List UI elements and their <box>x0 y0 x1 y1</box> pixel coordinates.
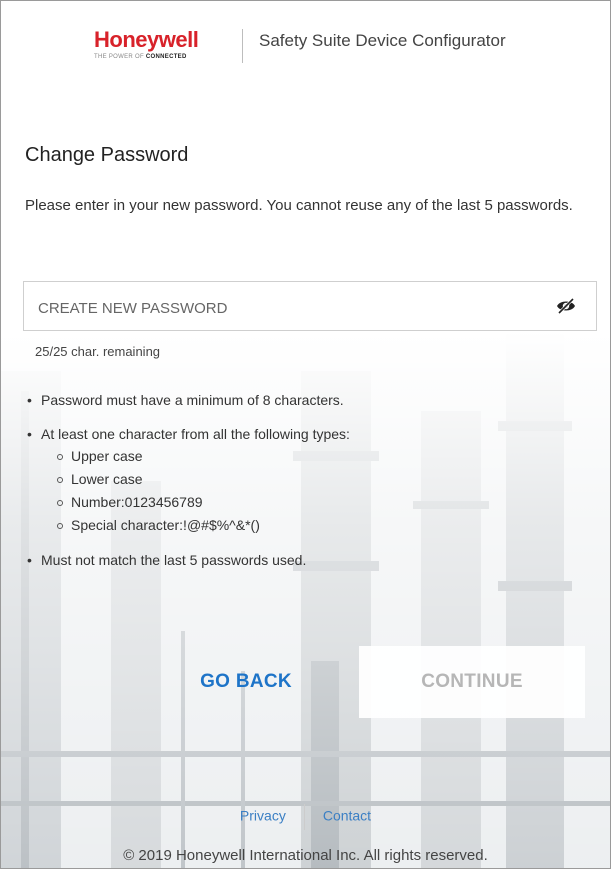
list-item: Upper case <box>41 445 587 468</box>
new-password-input[interactable] <box>36 294 540 322</box>
footer-divider <box>303 804 305 830</box>
go-back-button[interactable]: GO BACK <box>133 646 359 718</box>
app-header: Honeywell THE POWER OF CONNECTED Safety … <box>1 19 610 79</box>
password-rules: Password must have a minimum of 8 charac… <box>27 389 587 583</box>
password-field-container <box>23 281 597 331</box>
rule-types-intro: At least one character from all the foll… <box>41 426 350 442</box>
contact-link[interactable]: Contact <box>323 808 371 824</box>
header-divider <box>242 29 243 63</box>
list-item: Number:0123456789 <box>41 491 587 514</box>
continue-button[interactable]: CONTINUE <box>359 646 585 718</box>
logo-tagline: THE POWER OF CONNECTED <box>94 54 187 60</box>
rule-min-length: Password must have a minimum of 8 charac… <box>27 389 587 411</box>
rule-no-reuse: Must not match the last 5 passwords used… <box>27 549 587 571</box>
list-item: Lower case <box>41 468 587 491</box>
app-title: Safety Suite Device Configurator <box>259 31 506 50</box>
page-frame: Honeywell THE POWER OF CONNECTED Safety … <box>0 0 611 869</box>
list-item: Special character:!@#$%^&*() <box>41 514 587 537</box>
rule-character-types: At least one character from all the foll… <box>27 423 587 537</box>
page-title: Change Password <box>25 144 189 166</box>
privacy-link[interactable]: Privacy <box>240 808 286 824</box>
char-remaining-counter: 25/25 char. remaining <box>35 344 161 359</box>
eye-slash-icon[interactable] <box>556 297 576 315</box>
copyright-text: © 2019 Honeywell International Inc. All … <box>123 847 488 864</box>
character-type-list: Upper case Lower case Number:0123456789 … <box>41 445 587 537</box>
footer-links: Privacy Contact <box>1 804 610 830</box>
honeywell-logo: Honeywell THE POWER OF CONNECTED <box>94 27 234 61</box>
intro-text: Please enter in your new password. You c… <box>25 197 573 214</box>
logo-wordmark: Honeywell <box>94 27 199 52</box>
